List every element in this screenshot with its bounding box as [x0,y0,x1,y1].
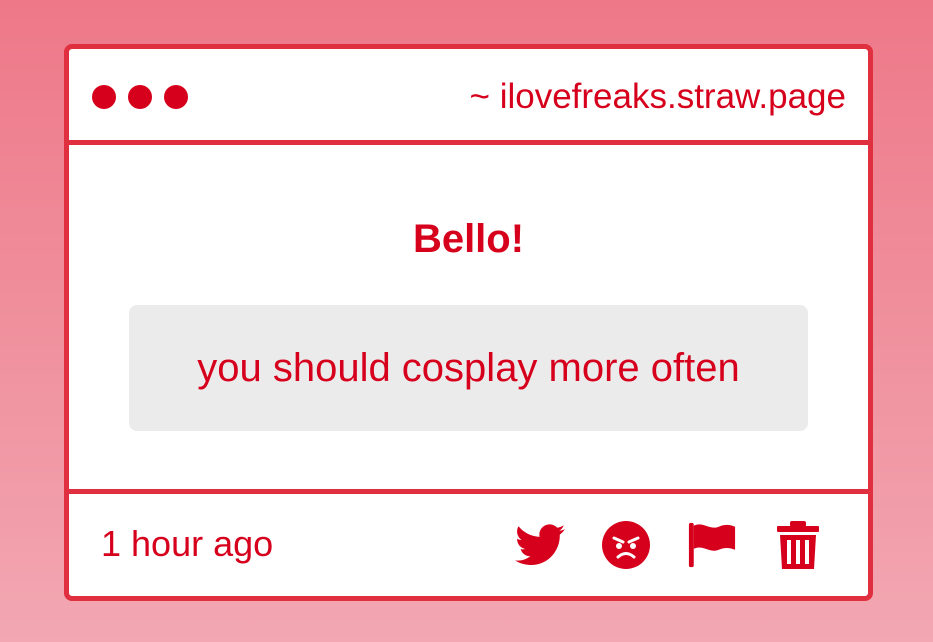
angry-face-icon [602,521,650,569]
trash-icon [777,521,819,569]
message-footer: 1 hour ago [69,489,868,596]
message-window: ~ ilovefreaks.straw.page Bello! you shou… [64,44,873,601]
window-titlebar: ~ ilovefreaks.straw.page [69,49,868,145]
react-angry-button[interactable] [601,520,651,570]
message-actions [515,520,823,570]
page-url[interactable]: ~ ilovefreaks.straw.page [470,77,846,117]
share-twitter-button[interactable] [515,520,565,570]
message-timestamp: 1 hour ago [101,523,274,564]
message-body-box: you should cosplay more often [129,305,808,431]
twitter-icon [515,524,565,565]
delete-button[interactable] [773,520,823,570]
window-dot-1 [92,85,116,109]
message-content: Bello! you should cosplay more often [69,145,868,494]
message-title: Bello! [412,217,525,261]
window-dot-3 [164,85,188,109]
window-dots [92,85,188,109]
message-body: you should cosplay more often [197,345,740,390]
window-dot-2 [128,85,152,109]
report-flag-button[interactable] [687,520,737,570]
flag-icon [688,522,736,568]
